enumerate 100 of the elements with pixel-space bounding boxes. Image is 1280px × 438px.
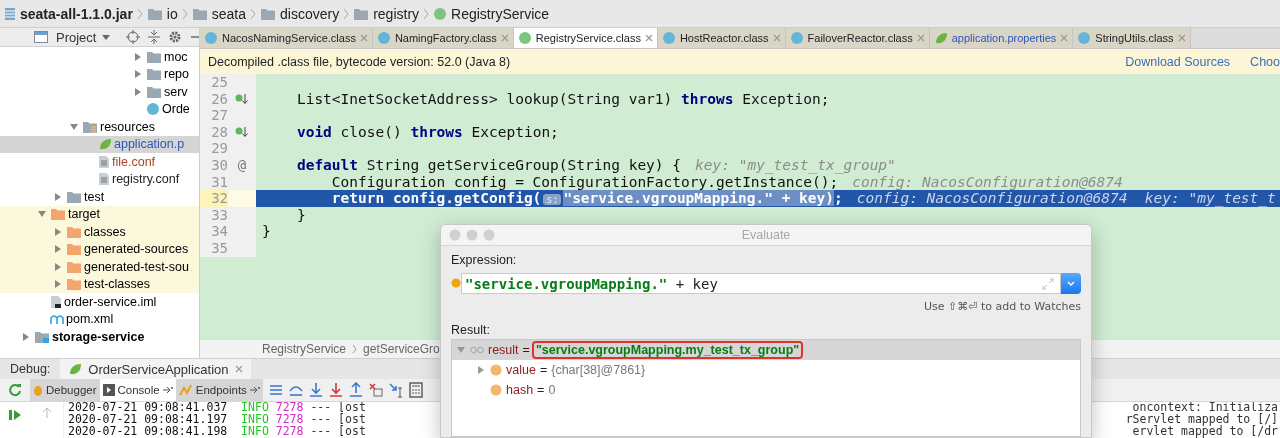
rerun-icon[interactable] [8,383,22,397]
breadcrumb-item[interactable]: registry [353,5,420,22]
banner-link[interactable]: Choo [1250,54,1280,69]
code-text: Configuration config = ConfigurationFactory.getInstance(); [330,173,839,191]
pin-icon[interactable] [249,386,260,394]
session-tab[interactable]: OrderServiceApplication [60,359,251,379]
expand-arrow-icon[interactable] [134,87,142,96]
breadcrumb-item[interactable]: discovery [260,5,340,22]
editor-tab[interactable]: StringUtils.class [1073,28,1191,48]
breadcrumb-item[interactable]: seata-all-1.1.0.jar [4,5,133,22]
expand-arrow-icon[interactable] [54,262,62,271]
shortcut-hint: Use ⇧⌘⏎ to add to Watches [924,300,1081,313]
expression-field[interactable]: "service.vgroupMapping." + key [461,273,1061,294]
up-arrow-icon[interactable] [41,406,52,418]
expand-icon[interactable] [1042,277,1054,290]
close-icon[interactable] [234,365,243,373]
collapse-arrow-icon[interactable] [457,346,465,354]
console-text: 2020-07-21 09:08:41.198 INFO 7278 --- [ost [68,425,366,438]
breadcrumb-item[interactable]: getServiceGro [363,342,440,356]
expand-arrow-icon[interactable] [134,52,142,61]
document-icon [50,294,62,309]
editor-tab[interactable]: HostReactor.class [657,28,786,48]
tree-item[interactable]: moc [0,48,199,66]
close-icon[interactable] [916,34,925,42]
editor-tab[interactable]: application.properties [929,28,1074,48]
collapse-arrow-icon[interactable] [38,210,46,219]
expression-text: "service.vgroupMapping." + key [465,275,719,292]
menu-icon[interactable] [267,382,284,398]
expand-arrow-icon[interactable] [54,227,62,236]
result-row[interactable]: value = {char[38]@7861} [452,360,1080,380]
breadcrumb-item[interactable]: io [146,5,178,22]
breadcrumb-item[interactable]: RegistryService [262,342,347,356]
tool-tab[interactable]: Endpoints [175,379,263,401]
line-number: 27 [210,107,228,124]
tree-item[interactable]: classes [0,223,199,241]
close-icon[interactable] [1060,34,1069,42]
tree-item[interactable]: registry.conf [0,170,199,188]
tree-item[interactable]: file.conf [0,153,199,171]
editor-tab[interactable]: RegistryService.class [513,28,658,48]
locate-icon[interactable] [126,30,141,44]
close-icon[interactable] [359,34,368,42]
resume-icon[interactable] [8,408,22,422]
result-row[interactable]: hash = 0 [452,380,1080,400]
expand-arrow-icon[interactable] [54,280,62,289]
tree-item[interactable]: pom.xml [0,310,199,328]
pin-icon[interactable] [162,386,173,394]
close-icon[interactable] [500,34,509,42]
result-row[interactable]: result = "service.vgroupMapping.my_test_tx_group" [452,340,1080,360]
history-dropdown-button[interactable] [1061,273,1081,294]
calculator-icon[interactable] [407,382,424,398]
tree-item[interactable]: Orde [0,100,199,118]
class-icon [146,102,160,117]
breadcrumb-item[interactable]: seata [191,5,246,22]
implemented-icon [235,92,249,105]
code-text: } [295,206,306,224]
field-label: Expression: [451,253,518,267]
editor-tab[interactable]: NacosNamingService.class [200,28,373,48]
expand-arrow-icon[interactable] [477,366,485,374]
tree-item[interactable]: application.p [0,135,199,153]
tool-tab[interactable]: Debugger [30,379,100,401]
tree-item[interactable]: serv [0,83,199,101]
field-label: Result: [451,323,491,337]
editor-tab[interactable]: FailoverReactor.class [785,28,930,48]
expand-arrow-icon[interactable] [22,332,30,341]
banner-link[interactable]: Download Sources [1125,54,1231,69]
tool-tab[interactable]: Console [99,379,176,401]
caret-icon [102,34,111,40]
code-text: List<InetSocketAddress> lookup(String var1) throws Exception; [295,90,830,108]
class-icon [1077,31,1092,45]
tree-item[interactable]: target [0,205,199,223]
close-icon[interactable] [772,34,781,42]
close-icon[interactable] [1177,34,1186,42]
step-out-icon[interactable] [347,382,364,398]
tree-item[interactable]: test [0,188,199,206]
step-into-icon[interactable] [307,382,324,398]
close-icon[interactable] [644,34,653,42]
tree-item[interactable]: generated-test-sou [0,258,199,276]
tree-item[interactable]: storage-service [0,328,199,346]
force-step-into-icon[interactable] [327,382,344,398]
console-text: 2020-07-21 09:08:41.197 INFO 7278 --- [ost [68,413,366,426]
panel-label: Debug: [10,362,51,376]
folder-icon [146,67,162,82]
equals-sign: = [539,363,548,377]
collapse-icon[interactable] [148,30,161,44]
collapse-arrow-icon[interactable] [70,122,78,131]
code-text: void close() throws Exception; [295,123,559,141]
editor-tab[interactable]: NamingFactory.class [372,28,514,48]
equals-sign: = [537,383,545,397]
drop-frame-icon[interactable] [367,382,384,398]
breadcrumb-item[interactable]: RegistryService [433,5,550,22]
settings-icon[interactable] [168,30,183,44]
tree-item[interactable]: repo [0,65,199,83]
expand-arrow-icon[interactable] [134,70,142,79]
run-to-cursor-icon[interactable] [387,382,404,398]
line-number: 34 [210,223,228,240]
tree-item[interactable]: resources [0,118,199,136]
tree-item[interactable]: order-service.iml [0,293,199,311]
endpoints-icon [178,384,193,396]
expand-arrow-icon[interactable] [54,192,62,201]
expand-arrow-icon[interactable] [54,245,62,254]
